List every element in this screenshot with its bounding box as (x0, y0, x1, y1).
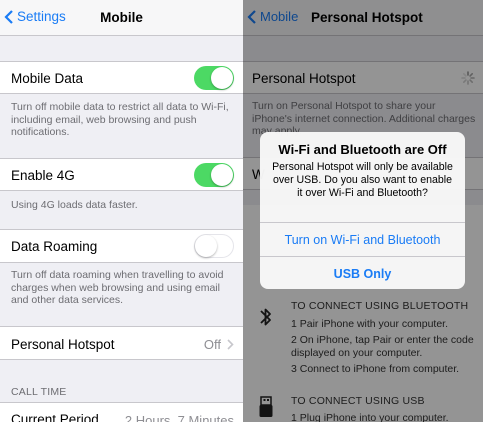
mobile-data-toggle[interactable] (194, 66, 234, 90)
data-roaming-label: Data Roaming (11, 239, 98, 254)
navigation-bar: Settings Mobile (0, 0, 243, 36)
turn-on-wifi-bluetooth-button[interactable]: Turn on Wi-Fi and Bluetooth (260, 222, 465, 256)
personal-hotspot-detail: Off (204, 337, 234, 352)
back-button-settings[interactable]: Settings (4, 9, 66, 24)
toggle-knob (195, 235, 217, 257)
toggle-knob (211, 164, 233, 186)
data-roaming-cell: Data Roaming (0, 229, 243, 263)
mobile-data-note: Turn off mobile data to restrict all dat… (11, 101, 229, 138)
enable-4g-label: Enable 4G (11, 168, 75, 183)
personal-hotspot-label: Personal Hotspot (11, 337, 115, 352)
chevron-right-icon (227, 339, 234, 350)
personal-hotspot-panel: Mobile Personal Hotspot Personal Hotspot… (243, 0, 483, 422)
enable-4g-note: Using 4G loads data faster. (11, 199, 138, 211)
alert-dialog: Wi-Fi and Bluetooth are Off Personal Hot… (260, 132, 465, 289)
data-roaming-note: Turn off data roaming when travelling to… (11, 269, 224, 306)
data-roaming-toggle[interactable] (194, 234, 234, 258)
toggle-knob (211, 67, 233, 89)
alert-message: Personal Hotspot will only be available … (272, 161, 453, 199)
mobile-data-label: Mobile Data (11, 71, 84, 86)
back-button-label: Settings (17, 9, 66, 24)
enable-4g-cell: Enable 4G (0, 158, 243, 191)
personal-hotspot-value: Off (203, 337, 221, 352)
mobile-settings-panel: Settings Mobile Mobile Data Turn off mob… (0, 0, 243, 422)
call-time-header: CALL TIME (11, 386, 67, 398)
personal-hotspot-cell[interactable]: Personal Hotspot Off (0, 326, 243, 360)
current-period-label: Current Period (11, 412, 99, 422)
chevron-left-icon (4, 9, 13, 24)
usb-only-button[interactable]: USB Only (260, 256, 465, 289)
enable-4g-toggle[interactable] (194, 163, 234, 187)
alert-title: Wi-Fi and Bluetooth are Off (278, 142, 447, 157)
current-period-value: 2 Hours, 7 Minutes (124, 413, 234, 422)
mobile-data-cell: Mobile Data (0, 61, 243, 94)
current-period-cell: Current Period 2 Hours, 7 Minutes (0, 402, 243, 422)
